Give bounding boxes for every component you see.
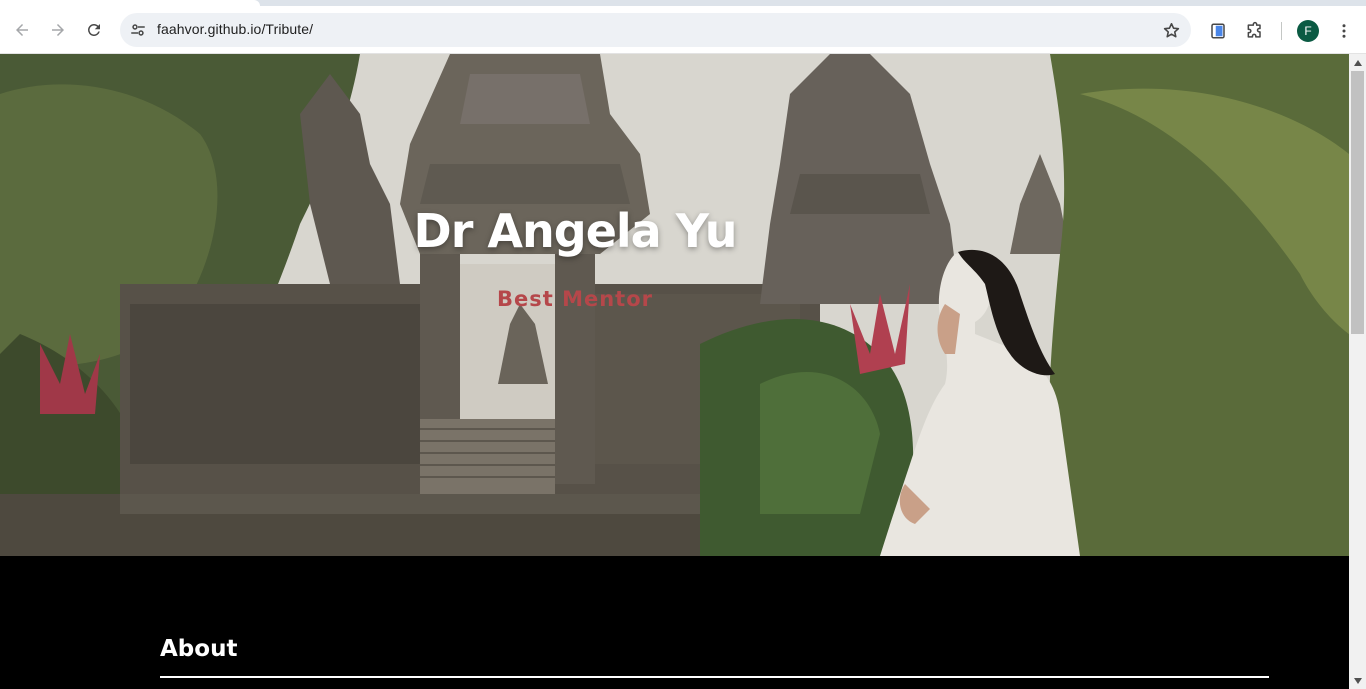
about-section: About xyxy=(0,556,1349,689)
about-heading: About xyxy=(160,636,238,662)
about-divider xyxy=(160,676,1269,678)
site-info-button[interactable] xyxy=(126,18,150,42)
scroll-up-button[interactable] xyxy=(1349,54,1366,71)
hero-title: Dr Angela Yu xyxy=(413,204,738,258)
scrollbar-thumb[interactable] xyxy=(1351,71,1364,334)
profile-avatar[interactable]: F xyxy=(1297,20,1319,42)
star-outline-icon xyxy=(1163,22,1179,37)
side-panel-icon xyxy=(1211,23,1225,39)
arrow-right-icon xyxy=(52,24,64,36)
address-bar[interactable]: faahvor.github.io/Tribute/ xyxy=(120,13,1191,47)
hero-section: Dr Angela Yu Best Mentor xyxy=(0,54,1349,556)
browser-toolbar: faahvor.github.io/Tribute/ F xyxy=(0,6,1366,54)
extensions-button[interactable] xyxy=(1243,19,1267,43)
hero-subtitle: Best Mentor xyxy=(496,287,653,311)
scroll-down-button[interactable] xyxy=(1349,672,1366,689)
back-button[interactable] xyxy=(6,14,38,46)
page-scrollbar[interactable] xyxy=(1349,54,1366,689)
url-text[interactable]: faahvor.github.io/Tribute/ xyxy=(157,21,313,37)
page-viewport: Dr Angela Yu Best Mentor About xyxy=(0,54,1366,689)
puzzle-piece-icon xyxy=(1247,21,1261,38)
reload-icon xyxy=(88,23,100,36)
toolbar-divider xyxy=(1281,22,1282,40)
tune-icon xyxy=(131,24,145,36)
browser-menu-button[interactable] xyxy=(1332,19,1356,43)
triangle-up-icon xyxy=(1353,59,1362,66)
bookmark-button[interactable] xyxy=(1159,18,1183,42)
arrow-left-icon xyxy=(16,24,28,36)
triangle-down-icon xyxy=(1353,677,1362,684)
side-panel-button[interactable] xyxy=(1206,19,1230,43)
kebab-menu-icon xyxy=(1342,24,1346,38)
reload-button[interactable] xyxy=(78,14,110,46)
forward-button[interactable] xyxy=(42,14,74,46)
